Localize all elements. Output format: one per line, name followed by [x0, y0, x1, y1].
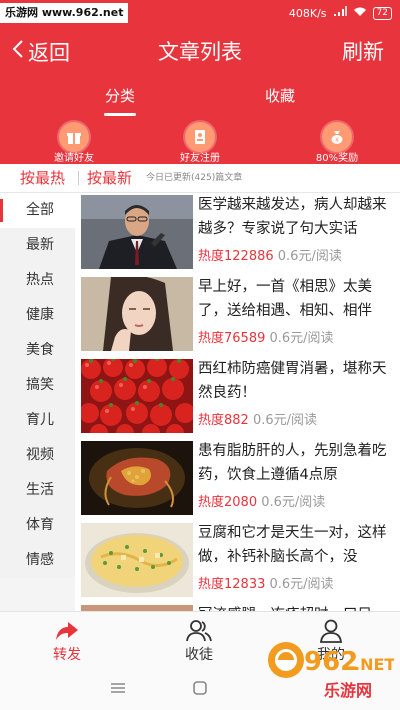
list-item[interactable]: 豆腐和它才是天生一对，这样做，补钙补脑长高个，没 热度12833 0.6元/阅读 [75, 521, 400, 604]
article-thumbnail [81, 441, 193, 515]
tab-favorites[interactable]: 收藏 [240, 78, 320, 120]
status-indicators: 408K/s 72 [289, 0, 392, 26]
article-heat: 热度76589 [198, 331, 266, 346]
article-price: 0.6元/阅读 [277, 249, 342, 264]
sidebar-item-parenting[interactable]: 育儿 [0, 403, 75, 438]
tab-apprentice[interactable]: 收徒 [154, 612, 244, 668]
gift-icon [59, 122, 89, 152]
article-title: 医学越来越发达，病人却越来越多？专家说了句大实话 [198, 197, 387, 237]
promo-bar: 邀请好友 好友注册 ¥ 80%奖励 [0, 120, 400, 164]
article-title: 豆腐和它才是天生一对，这样做，补钙补脑长高个，没 [198, 525, 387, 565]
sidebar-item-health[interactable]: 健康 [0, 298, 75, 333]
svg-text:¥: ¥ [335, 137, 339, 144]
menu-icon[interactable] [108, 679, 128, 697]
list-item[interactable]: 医学越来越发达，病人却越来越多？专家说了句大实话 热度122886 0.6元/阅… [75, 193, 400, 276]
back-label: 返回 [28, 41, 70, 65]
article-title: 西红柿防癌健胃消暑，堪称天然良药！ [198, 361, 387, 401]
article-price: 0.6元/阅读 [261, 495, 326, 510]
article-title: 早上好，一首《相思》太美了，送给相遇、相知、相伴 [198, 279, 372, 319]
svg-text:乐游网: 乐游网 [324, 681, 372, 700]
article-price: 0.6元/阅读 [269, 331, 334, 346]
sidebar-item-all[interactable]: 全部 [0, 193, 75, 228]
sort-by-newest[interactable]: 按最新 [87, 164, 132, 192]
sidebar-item-hot[interactable]: 热点 [0, 263, 75, 298]
article-thumbnail [81, 359, 193, 433]
sidebar-item-life[interactable]: 生活 [0, 473, 75, 508]
status-bar: 乐游网 www.962.net 408K/s 72 [0, 0, 400, 26]
divider [78, 171, 79, 185]
article-heat: 热度882 [198, 413, 249, 428]
invite-friends-button[interactable]: 邀请好友 [34, 120, 114, 164]
sidebar-item-food[interactable]: 美食 [0, 333, 75, 368]
update-count-note: 今日已更新(425)篇文章 [146, 173, 243, 183]
article-thumbnail [81, 195, 193, 269]
wifi-icon [353, 6, 367, 20]
article-meta: 热度2080 0.6元/阅读 [198, 491, 325, 510]
home-icon[interactable] [191, 679, 209, 697]
site-watermark: 乐游网 www.962.net [0, 3, 129, 23]
network-speed: 408K/s [288, 6, 327, 20]
article-thumbnail [81, 523, 193, 597]
share-arrow-icon [22, 618, 112, 646]
svg-text:962: 962 [304, 647, 358, 677]
active-tab-indicator [104, 113, 136, 116]
nav-bar: 返回 文章列表 刷新 [0, 26, 400, 78]
sidebar-item-funny[interactable]: 搞笑 [0, 368, 75, 403]
list-item[interactable]: 冠流感腿，冻疮超时，口目 [75, 603, 400, 611]
article-price: 0.6元/阅读 [252, 413, 318, 428]
article-heat: 热度122886 [198, 249, 274, 264]
watermark-logo: 962 .NET 乐游网 [266, 626, 395, 704]
article-meta: 热度122886 0.6元/阅读 [198, 245, 342, 264]
signal-icon [333, 6, 347, 20]
back-button[interactable]: 返回 [12, 26, 70, 78]
svg-text:.NET: .NET [354, 655, 394, 674]
article-heat: 热度12833 [198, 577, 266, 592]
chevron-left-icon [12, 39, 24, 65]
tab-bar: 分类 收藏 [0, 78, 400, 120]
article-meta: 热度12833 0.6元/阅读 [198, 573, 334, 592]
reward-button[interactable]: ¥ 80%奖励 [297, 120, 377, 164]
article-meta: 热度882 0.6元/阅读 [198, 409, 317, 428]
sidebar-item-video[interactable]: 视频 [0, 438, 75, 473]
list-item[interactable]: 患有脂肪肝的人，先别急着吃药，饮食上遵循4点原 热度2080 0.6元/阅读 [75, 439, 400, 522]
article-title: 患有脂肪肝的人，先别急着吃药，饮食上遵循4点原 [198, 443, 387, 483]
category-sidebar: 全部 最新 热点 健康 美食 搞笑 育儿 视频 生活 体育 情感 [0, 193, 75, 577]
sidebar-item-sports[interactable]: 体育 [0, 508, 75, 543]
promo-label: 好友注册 [180, 153, 220, 164]
article-price: 0.6元/阅读 [269, 577, 334, 592]
tab-label: 收徒 [185, 647, 213, 663]
promo-label: 80%奖励 [315, 153, 359, 164]
register-icon [185, 122, 215, 152]
battery-indicator: 72 [372, 6, 392, 20]
sort-filter-row: 按最热 按最新 今日已更新(425)篇文章 [0, 164, 400, 193]
list-item[interactable]: 早上好，一首《相思》太美了，送给相遇、相知、相伴 热度76589 0.6元/阅读 [75, 275, 400, 358]
article-meta: 热度76589 0.6元/阅读 [198, 327, 334, 346]
tab-forward[interactable]: 转发 [22, 612, 112, 668]
promo-label: 邀请好友 [54, 153, 94, 164]
list-item[interactable]: 西红柿防癌健胃消暑，堪称天然良药！ 热度882 0.6元/阅读 [75, 357, 400, 440]
tab-label: 转发 [53, 647, 81, 663]
refresh-button[interactable]: 刷新 [342, 26, 384, 78]
reward-bag-icon: ¥ [322, 122, 352, 152]
article-thumbnail [81, 277, 193, 351]
sidebar-item-emotion[interactable]: 情感 [0, 543, 75, 578]
sort-by-hot[interactable]: 按最热 [20, 164, 65, 192]
sidebar-item-latest[interactable]: 最新 [0, 228, 75, 263]
article-title: 冠流感腿，冻疮超时，口目 [198, 603, 394, 611]
article-list: 医学越来越发达，病人却越来越多？专家说了句大实话 热度122886 0.6元/阅… [75, 193, 400, 611]
users-icon [154, 618, 244, 646]
article-heat: 热度2080 [198, 495, 258, 510]
friend-register-button[interactable]: 好友注册 [160, 120, 240, 164]
